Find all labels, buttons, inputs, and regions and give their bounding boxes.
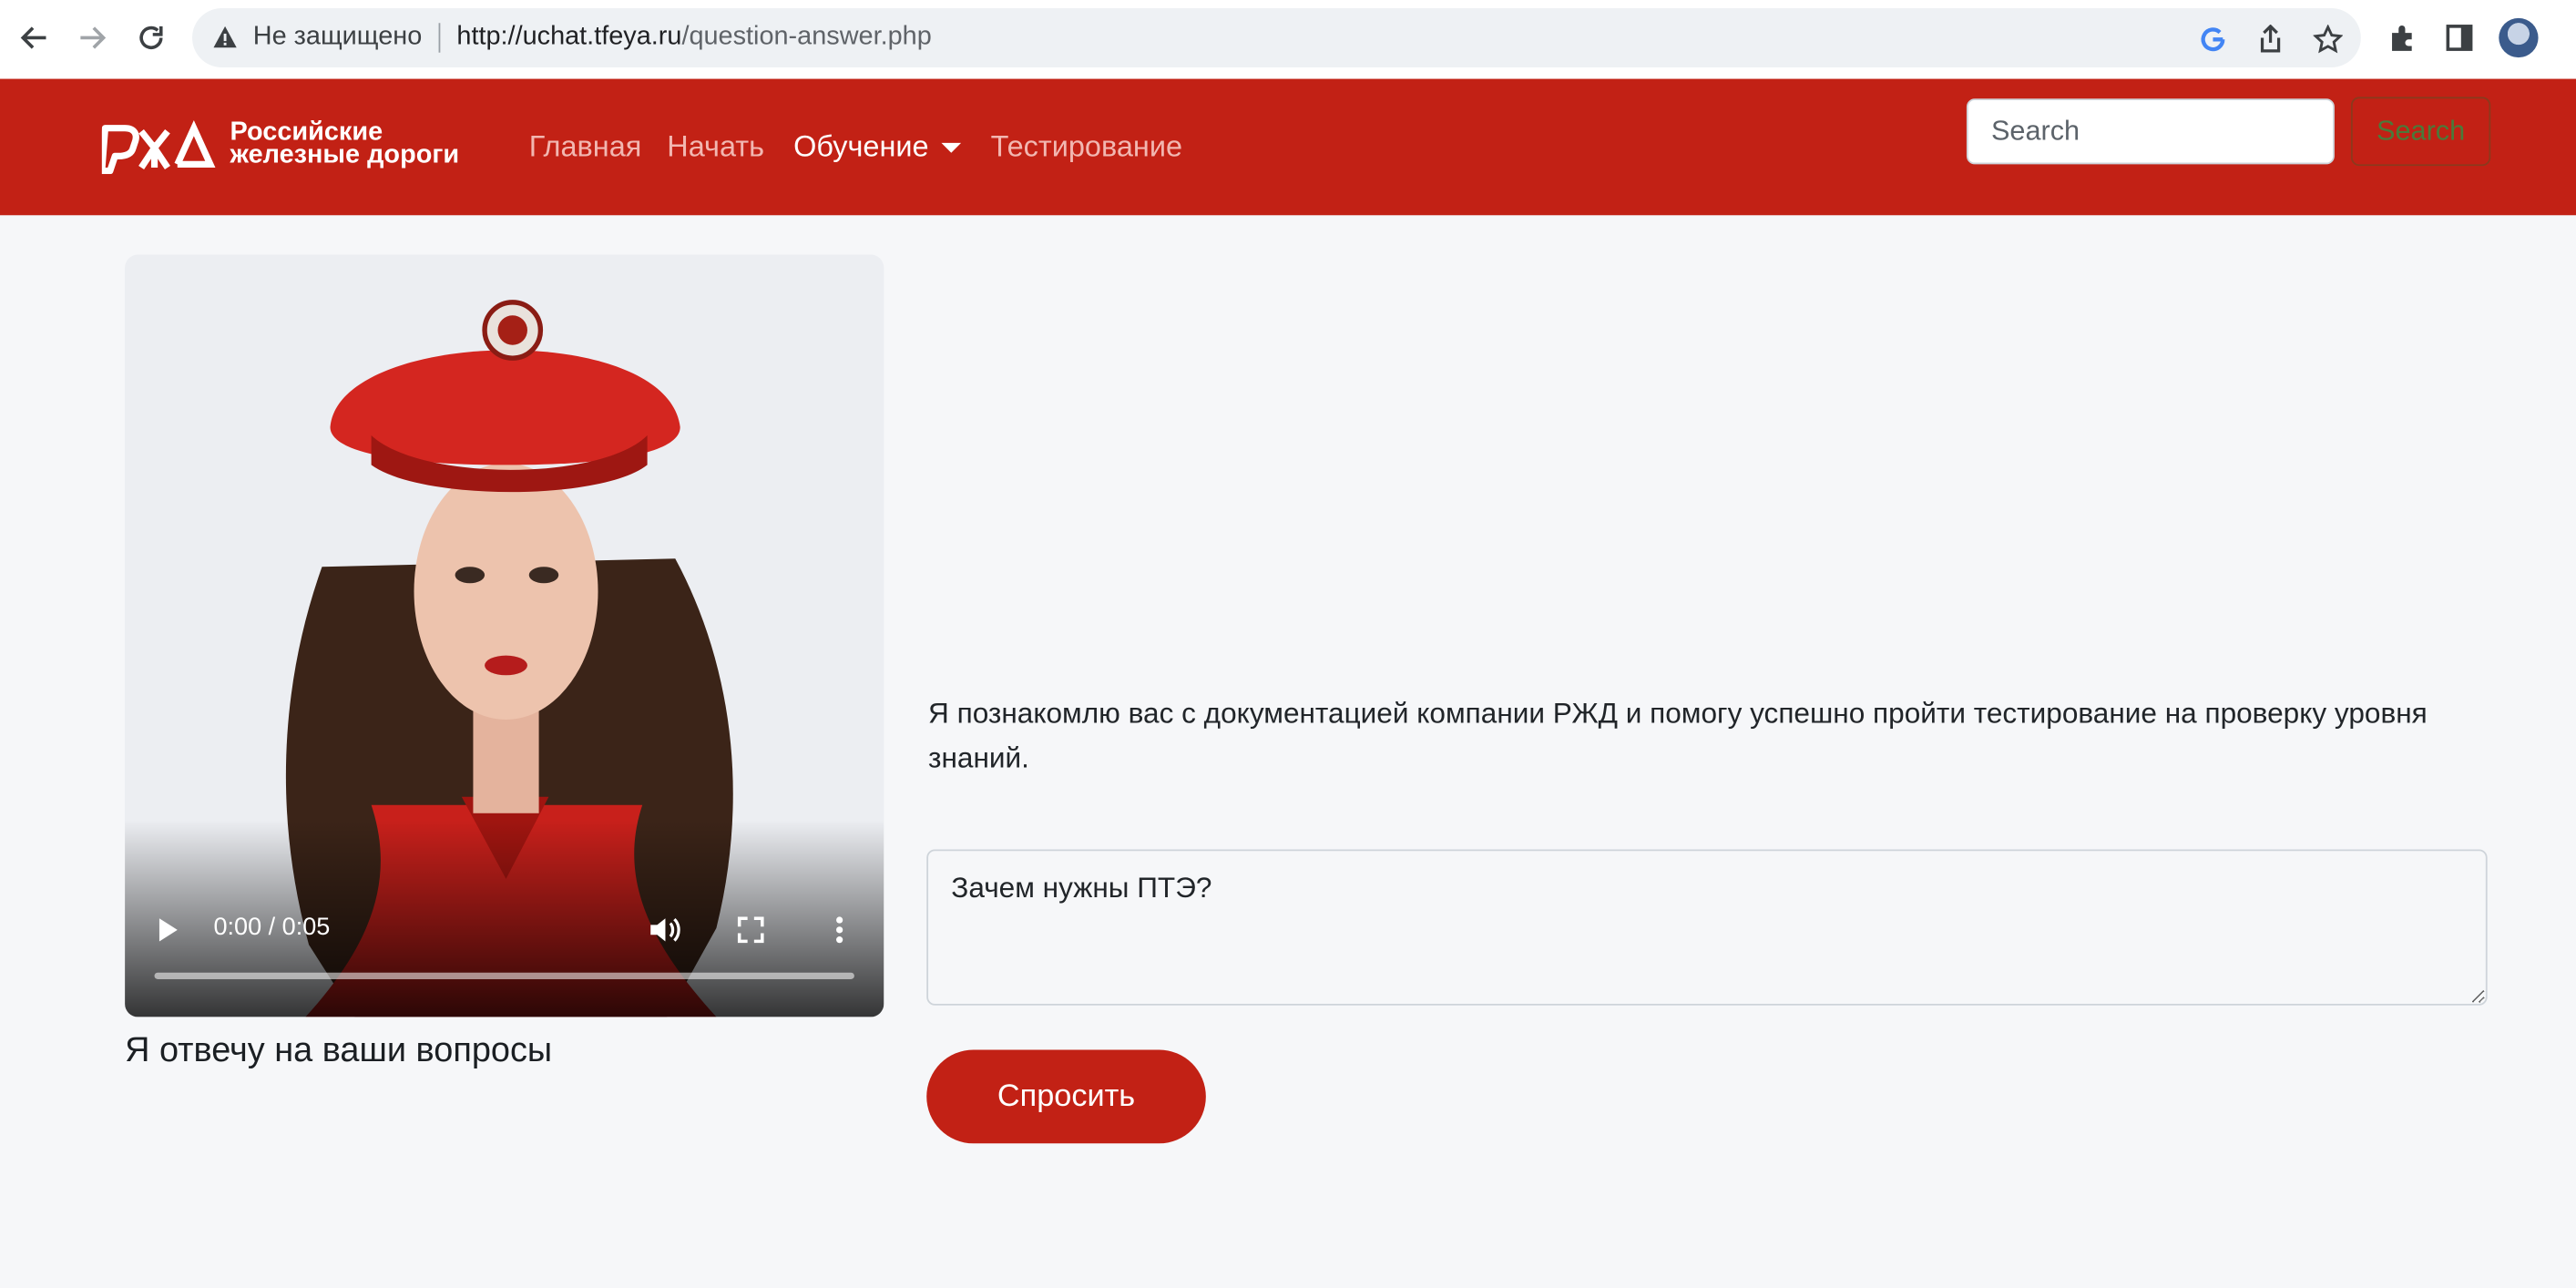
forward-icon[interactable] — [71, 16, 114, 59]
video-player[interactable]: 0:00 / 0:05 — [125, 254, 884, 1017]
url-host: http://uchat.tfeya.ru — [456, 23, 682, 51]
nav-link-start[interactable]: Начать — [667, 129, 764, 164]
intro-text: Я познакомлю вас с документацией компани… — [928, 696, 2428, 774]
nav-dropdown-label: Обучение — [793, 129, 929, 163]
google-icon[interactable] — [2196, 23, 2229, 56]
more-options-icon[interactable] — [823, 914, 856, 946]
security-label[interactable]: Не защищено — [253, 23, 423, 52]
divider — [438, 23, 441, 53]
url-text[interactable]: http://uchat.tfeya.ru/question-answer.ph… — [456, 23, 931, 52]
nav-link-testing[interactable]: Тестирование — [991, 129, 1182, 164]
brand-line-2: железные дороги — [230, 141, 460, 169]
browser-toolbar: Не защищено http://uchat.tfeya.ru/questi… — [0, 0, 2576, 81]
address-bar[interactable]: Не защищено http://uchat.tfeya.ru/questi… — [192, 8, 2361, 67]
video-caption: Я отвечу на ваши вопросы — [125, 1031, 553, 1070]
back-icon[interactable] — [13, 16, 56, 59]
warning-icon[interactable] — [212, 25, 239, 59]
search-input[interactable] — [1966, 98, 2335, 165]
video-progress-bar[interactable] — [154, 972, 854, 979]
share-icon[interactable] — [2254, 23, 2287, 56]
fullscreen-icon[interactable] — [734, 914, 767, 946]
rzd-logo-mark — [98, 119, 216, 175]
nav-link-home[interactable]: Главная — [529, 129, 642, 164]
volume-icon[interactable] — [648, 914, 684, 946]
url-path: /question-answer.php — [681, 23, 932, 51]
ask-button[interactable]: Спросить — [926, 1049, 1206, 1144]
profile-avatar[interactable] — [2499, 17, 2539, 58]
caret-down-icon — [942, 143, 962, 154]
video-time: 0:00 / 0:05 — [213, 913, 331, 942]
bookmark-star-icon[interactable] — [2312, 23, 2345, 56]
search-button[interactable]: Search — [2350, 97, 2491, 167]
question-field[interactable] — [926, 849, 2488, 1006]
play-icon[interactable] — [151, 914, 184, 946]
nav-dropdown-learning[interactable]: Обучение — [793, 129, 962, 164]
extensions-icon[interactable] — [2384, 20, 2420, 56]
reload-icon[interactable] — [129, 16, 172, 59]
rzd-logo[interactable]: Российские железные дороги — [98, 115, 459, 182]
side-panel-icon[interactable] — [2441, 20, 2478, 56]
